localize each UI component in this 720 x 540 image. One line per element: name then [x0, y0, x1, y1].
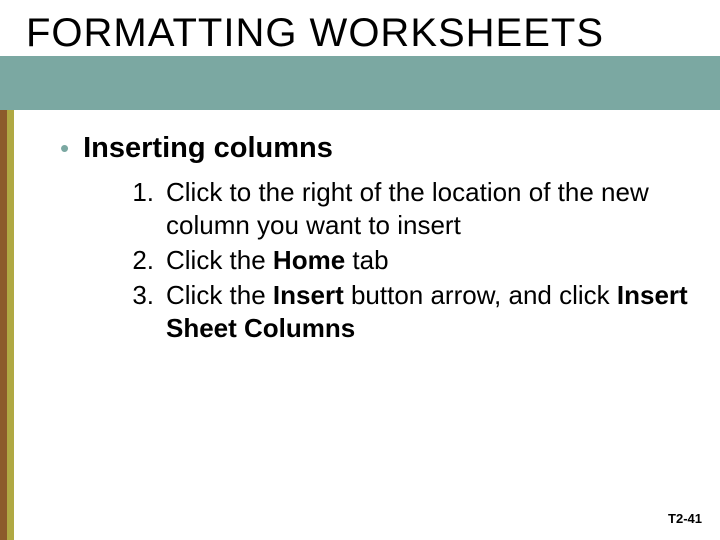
list-item: 2. Click the Home tab — [118, 244, 700, 277]
slide: FORMATTING WORKSHEETS • Inserting column… — [0, 0, 720, 540]
text-bold: Home — [273, 245, 345, 275]
body-content: • Inserting columns 1. Click to the righ… — [60, 130, 700, 347]
list-marker: 2. — [118, 244, 166, 277]
accent-stripe-brown — [0, 110, 7, 540]
text-run: Click to the right of the location of th… — [166, 177, 649, 240]
numbered-list: 1. Click to the right of the location of… — [118, 176, 700, 345]
bullet-text: Inserting columns — [83, 130, 333, 166]
slide-number: T2-41 — [668, 511, 702, 526]
bullet-item: • Inserting columns — [60, 130, 700, 166]
list-text: Click to the right of the location of th… — [166, 176, 700, 242]
list-text: Click the Home tab — [166, 244, 700, 277]
list-marker: 3. — [118, 279, 166, 312]
text-run: Click the — [166, 280, 273, 310]
text-bold: Insert — [273, 280, 344, 310]
list-item: 3. Click the Insert button arrow, and cl… — [118, 279, 700, 345]
title-band — [0, 56, 720, 110]
list-marker: 1. — [118, 176, 166, 209]
text-run: tab — [345, 245, 388, 275]
list-text: Click the Insert button arrow, and click… — [166, 279, 700, 345]
slide-title: FORMATTING WORKSHEETS — [26, 11, 706, 56]
text-run: button arrow, and click — [344, 280, 617, 310]
list-item: 1. Click to the right of the location of… — [118, 176, 700, 242]
text-run: Click the — [166, 245, 273, 275]
bullet-dot-icon: • — [60, 130, 69, 166]
